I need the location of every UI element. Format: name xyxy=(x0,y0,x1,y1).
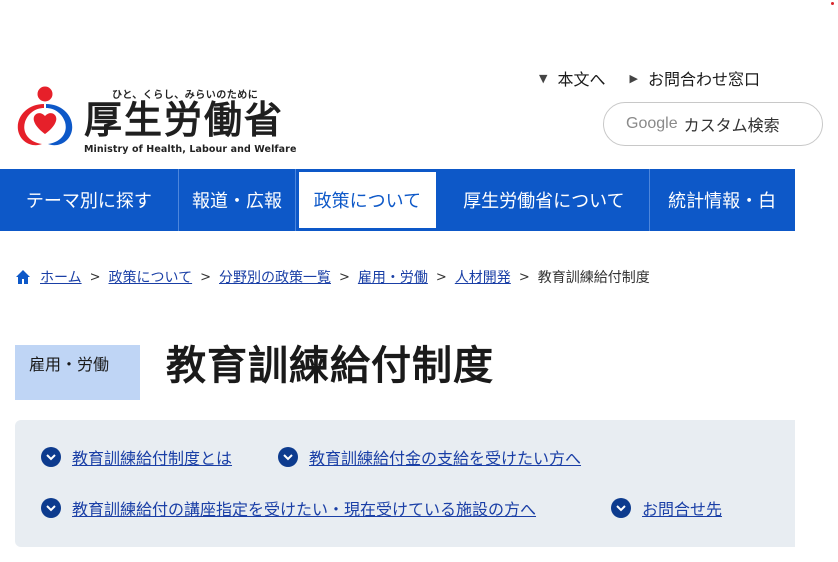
google-logo: Google xyxy=(626,115,678,132)
mhlw-logo-icon xyxy=(17,86,73,146)
home-icon xyxy=(16,270,30,284)
chevron-down-icon xyxy=(41,498,61,518)
breadcrumb-employment[interactable]: 雇用・労働 xyxy=(358,267,428,287)
utility-links: ▼ 本文へ ▶ お問合わせ窓口 xyxy=(539,66,760,90)
page-title: 教育訓練給付制度 xyxy=(166,343,494,389)
breadcrumb-home[interactable]: ホーム xyxy=(40,267,82,287)
contact-window-label: お問合わせ窓口 xyxy=(647,70,760,89)
page: ひと、くらし、みらいのために 厚生労働省 Ministry of Health,… xyxy=(0,0,823,562)
breadcrumb-separator: > xyxy=(339,269,350,285)
toc-link-institutions[interactable]: 教育訓練給付の講座指定を受けたい・現在受けている施設の方へ xyxy=(72,496,536,520)
logo-name-en: Ministry of Health, Labour and Welfare xyxy=(84,144,297,155)
breadcrumb-separator: > xyxy=(435,269,447,285)
breadcrumb-current: 教育訓練給付制度 xyxy=(537,270,650,286)
logo-text: ひと、くらし、みらいのために 厚生労働省 Ministry of Health,… xyxy=(82,86,296,156)
search-placeholder: カスタム検索 xyxy=(683,116,780,135)
chevron-down-icon xyxy=(611,498,631,518)
nav-item-themes[interactable]: テーマ別に探す xyxy=(0,169,179,231)
triangle-right-icon: ▶ xyxy=(629,71,638,85)
breadcrumb-human-resources[interactable]: 人材開発 xyxy=(455,267,511,287)
search-input[interactable]: Google カスタム検索 xyxy=(603,102,823,146)
in-page-nav: 教育訓練給付制度とは 教育訓練給付金の支給を受けたい方へ 教育訓練給付の講座指定… xyxy=(15,420,795,547)
site-logo[interactable]: ひと、くらし、みらいのために 厚生労働省 Ministry of Health,… xyxy=(14,86,296,156)
triangle-down-icon: ▼ xyxy=(539,71,548,85)
logo-name: 厚生労働省 xyxy=(84,98,285,142)
toc-item: お問合せ先 xyxy=(611,496,722,520)
breadcrumb-separator: > xyxy=(200,269,211,285)
nav-item-press[interactable]: 報道・広報 xyxy=(179,169,297,231)
skip-to-content-link[interactable]: ▼ 本文へ xyxy=(539,66,605,90)
toc-item: 教育訓練給付金の支給を受けたい方へ xyxy=(278,445,581,469)
breadcrumb-policy-list[interactable]: 分野別の政策一覧 xyxy=(219,267,331,287)
toc-item: 教育訓練給付制度とは xyxy=(41,445,232,469)
breadcrumb-policy[interactable]: 政策について xyxy=(109,267,193,287)
toc-link-contact[interactable]: お問合せ先 xyxy=(642,496,722,520)
toc-link-recipients[interactable]: 教育訓練給付金の支給を受けたい方へ xyxy=(309,445,581,469)
toc-item: 教育訓練給付の講座指定を受けたい・現在受けている施設の方へ xyxy=(41,496,536,520)
nav-item-about[interactable]: 厚生労働省について xyxy=(439,169,651,231)
category-badge: 雇用・労働 xyxy=(15,345,140,400)
breadcrumb-separator: > xyxy=(518,269,530,285)
global-nav: テーマ別に探す 報道・広報 政策について 厚生労働省について 統計情報・白 xyxy=(0,169,795,231)
nav-item-statistics[interactable]: 統計情報・白 xyxy=(650,169,795,231)
decorative-dot xyxy=(831,2,834,5)
toc-link-overview[interactable]: 教育訓練給付制度とは xyxy=(72,445,232,469)
breadcrumb-separator: > xyxy=(89,269,101,285)
skip-to-content-label: 本文へ xyxy=(557,70,606,89)
nav-item-policy[interactable]: 政策について xyxy=(296,169,439,231)
contact-window-link[interactable]: ▶ お問合わせ窓口 xyxy=(629,66,759,90)
chevron-down-icon xyxy=(278,447,298,467)
breadcrumb: ホーム > 政策について > 分野別の政策一覧 > 雇用・労働 > 人材開発 >… xyxy=(15,267,650,287)
chevron-down-icon xyxy=(41,447,61,467)
